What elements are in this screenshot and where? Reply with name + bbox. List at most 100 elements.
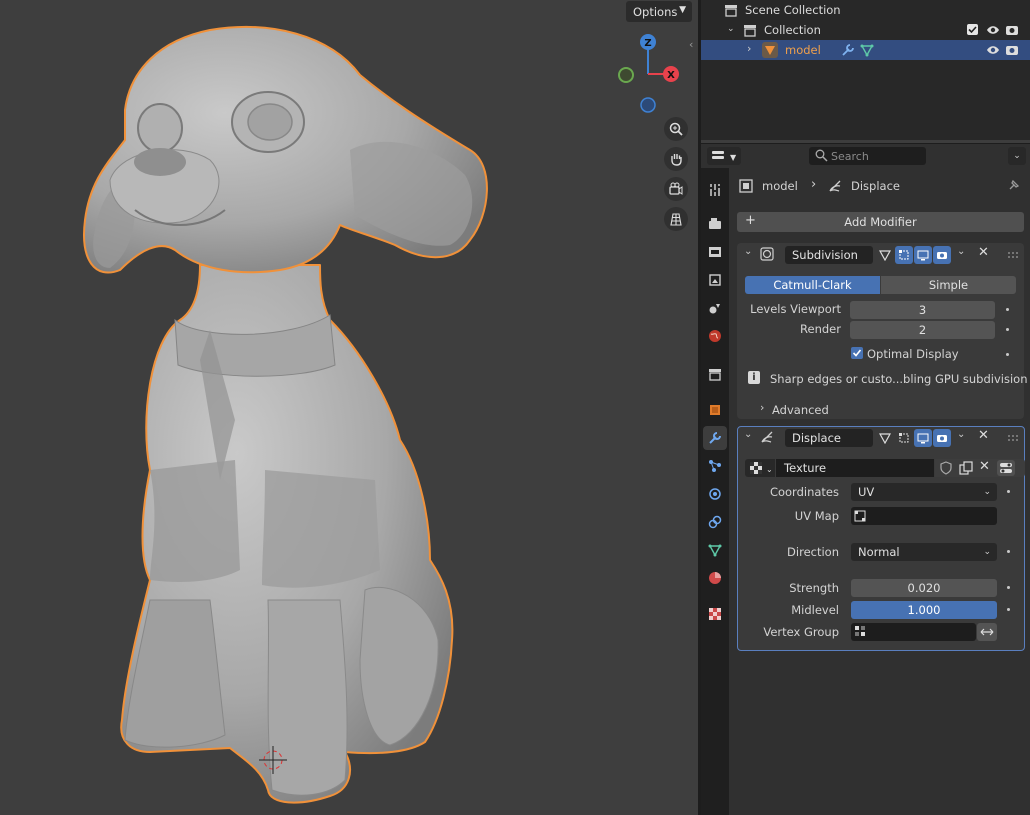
strength-label: Strength bbox=[789, 581, 839, 595]
strength-field[interactable]: 0.020 bbox=[851, 579, 997, 597]
render-levels-label: Render bbox=[800, 322, 841, 336]
outliner-row-model[interactable]: › model bbox=[701, 40, 1030, 60]
scene-tab-icon[interactable] bbox=[703, 296, 727, 320]
texture-properties-toggle-icon[interactable] bbox=[997, 460, 1015, 476]
pin-icon[interactable] bbox=[1007, 178, 1021, 195]
viewport-options-button[interactable]: Options ▼ bbox=[626, 1, 692, 22]
drag-handle-icon[interactable] bbox=[1007, 434, 1019, 442]
dog-sculpt-model[interactable] bbox=[0, 0, 698, 815]
outliner[interactable]: Scene Collection ⌄ Collection › model bbox=[701, 0, 1030, 140]
keyframe-dot-icon[interactable] bbox=[1007, 490, 1010, 493]
camera-render-icon[interactable] bbox=[1005, 43, 1019, 60]
outliner-label: Collection bbox=[764, 23, 821, 37]
keyframe-dot-icon[interactable] bbox=[1006, 353, 1009, 356]
levels-viewport-value: 3 bbox=[918, 303, 927, 317]
collapse-chevron-down-icon[interactable]: ⌄ bbox=[744, 429, 752, 440]
viewport-display-toggle-icon[interactable] bbox=[914, 246, 932, 264]
camera-view-icon[interactable] bbox=[664, 177, 688, 201]
add-modifier-button[interactable]: + Add Modifier bbox=[737, 212, 1024, 232]
perspective-grid-icon[interactable] bbox=[664, 207, 688, 231]
render-toggle-icon[interactable] bbox=[933, 429, 951, 447]
gpu-subdivision-info-text: Sharp edges or custo...bling GPU subdivi… bbox=[770, 372, 1028, 386]
midlevel-field[interactable]: 1.000 bbox=[851, 601, 997, 619]
keyframe-dot-icon[interactable] bbox=[1007, 586, 1010, 589]
optimal-display-label: Optimal Display bbox=[867, 347, 959, 361]
vertex-group-field[interactable] bbox=[851, 623, 976, 641]
3d-viewport[interactable]: Options ▼ ‹ Z X bbox=[0, 0, 698, 815]
keyframe-dot-icon[interactable] bbox=[1006, 328, 1009, 331]
options-dropdown-button[interactable]: ⌄ bbox=[1008, 147, 1026, 165]
render-levels-field[interactable]: 2 bbox=[850, 321, 995, 339]
edit-mode-toggle-icon[interactable] bbox=[895, 246, 913, 264]
neg-z-axis-icon[interactable] bbox=[640, 97, 656, 113]
duplicate-texture-icon[interactable] bbox=[959, 461, 973, 478]
edit-mode-toggle-icon[interactable] bbox=[895, 429, 913, 447]
edit-mode-cage-icon[interactable] bbox=[876, 429, 894, 447]
y-axis-icon[interactable] bbox=[618, 67, 634, 83]
mesh-data-icon[interactable] bbox=[860, 43, 874, 60]
svg-text:⌄: ⌄ bbox=[766, 465, 773, 474]
direction-dropdown[interactable]: Normal ⌄ bbox=[851, 543, 997, 561]
particles-tab-icon[interactable] bbox=[703, 454, 727, 478]
material-tab-icon[interactable] bbox=[703, 566, 727, 590]
tool-tab-icon[interactable] bbox=[703, 178, 727, 202]
simple-option[interactable]: Simple bbox=[881, 276, 1016, 294]
displace-name-field[interactable]: Displace bbox=[785, 429, 873, 447]
levels-viewport-field[interactable]: 3 bbox=[850, 301, 995, 319]
zoom-icon[interactable] bbox=[664, 117, 688, 141]
render-levels-value: 2 bbox=[918, 323, 927, 337]
subdivision-name-field[interactable]: Subdivision bbox=[785, 246, 873, 264]
subdivision-modifier-panel: ⌄ Subdivision ⌄ ✕ Catmull-Clark Simple L… bbox=[737, 243, 1028, 419]
outliner-row-collection[interactable]: ⌄ Collection bbox=[701, 20, 1030, 40]
advanced-subpanel-label[interactable]: Advanced bbox=[772, 403, 829, 417]
exclude-checkbox-icon[interactable] bbox=[967, 24, 978, 35]
render-tab-icon[interactable] bbox=[703, 212, 727, 236]
edit-mode-cage-icon[interactable] bbox=[876, 246, 894, 264]
navigation-gizmo[interactable]: Z X bbox=[610, 30, 690, 120]
displace-modifier-icon bbox=[828, 179, 842, 196]
camera-render-icon[interactable] bbox=[1005, 23, 1019, 40]
view-layer-tab-icon[interactable] bbox=[703, 268, 727, 292]
object-tab-icon[interactable] bbox=[703, 398, 727, 422]
keyframe-dot-icon[interactable] bbox=[1007, 608, 1010, 611]
texture-tab-icon[interactable] bbox=[703, 602, 727, 626]
modifier-wrench-tab-icon[interactable] bbox=[703, 426, 727, 450]
modifier-menu-chevron-icon[interactable]: ⌄ bbox=[957, 246, 965, 257]
viewport-display-toggle-icon[interactable] bbox=[914, 429, 932, 447]
fake-user-shield-icon[interactable] bbox=[939, 461, 953, 478]
uv-map-field[interactable] bbox=[851, 507, 997, 525]
editor-type-selector[interactable]: ▼ bbox=[707, 147, 741, 165]
remove-modifier-close-icon[interactable]: ✕ bbox=[978, 428, 989, 443]
expand-chevron-right-icon[interactable]: › bbox=[760, 401, 764, 414]
properties-search-input[interactable]: Search bbox=[809, 147, 926, 165]
remove-modifier-close-icon[interactable]: ✕ bbox=[978, 245, 989, 260]
drag-handle-icon[interactable] bbox=[1007, 251, 1019, 259]
pan-hand-icon[interactable] bbox=[664, 147, 688, 171]
constraints-tab-icon[interactable] bbox=[703, 510, 727, 534]
mesh-data-tab-icon[interactable] bbox=[703, 538, 727, 562]
modifier-menu-chevron-icon[interactable]: ⌄ bbox=[957, 429, 965, 440]
keyframe-dot-icon[interactable] bbox=[1007, 550, 1010, 553]
catmull-clark-option[interactable]: Catmull-Clark bbox=[745, 276, 880, 294]
world-tab-icon[interactable] bbox=[703, 324, 727, 348]
wrench-modifier-icon[interactable] bbox=[841, 43, 855, 60]
expand-chevron-right-icon[interactable]: › bbox=[747, 42, 751, 55]
physics-tab-icon[interactable] bbox=[703, 482, 727, 506]
eye-icon[interactable] bbox=[986, 43, 1000, 60]
eye-icon[interactable] bbox=[986, 23, 1000, 40]
simple-label: Simple bbox=[928, 278, 969, 292]
mesh-object-icon bbox=[762, 42, 778, 58]
render-toggle-icon[interactable] bbox=[933, 246, 951, 264]
invert-vertex-group-icon[interactable] bbox=[977, 623, 997, 641]
unlink-texture-close-icon[interactable]: ✕ bbox=[979, 459, 990, 474]
texture-browse-button[interactable]: ⌄ bbox=[745, 459, 775, 477]
collection-tab-icon[interactable] bbox=[703, 362, 727, 386]
expand-chevron-down-icon[interactable]: ⌄ bbox=[727, 24, 735, 34]
collapse-chevron-down-icon[interactable]: ⌄ bbox=[744, 246, 752, 257]
outliner-row-scene-collection[interactable]: Scene Collection bbox=[701, 0, 1030, 20]
coordinates-dropdown[interactable]: UV ⌄ bbox=[851, 483, 997, 501]
texture-name-field[interactable]: Texture bbox=[776, 459, 934, 477]
output-tab-icon[interactable] bbox=[703, 240, 727, 264]
keyframe-dot-icon[interactable] bbox=[1006, 308, 1009, 311]
optimal-display-checkbox[interactable] bbox=[851, 347, 863, 359]
